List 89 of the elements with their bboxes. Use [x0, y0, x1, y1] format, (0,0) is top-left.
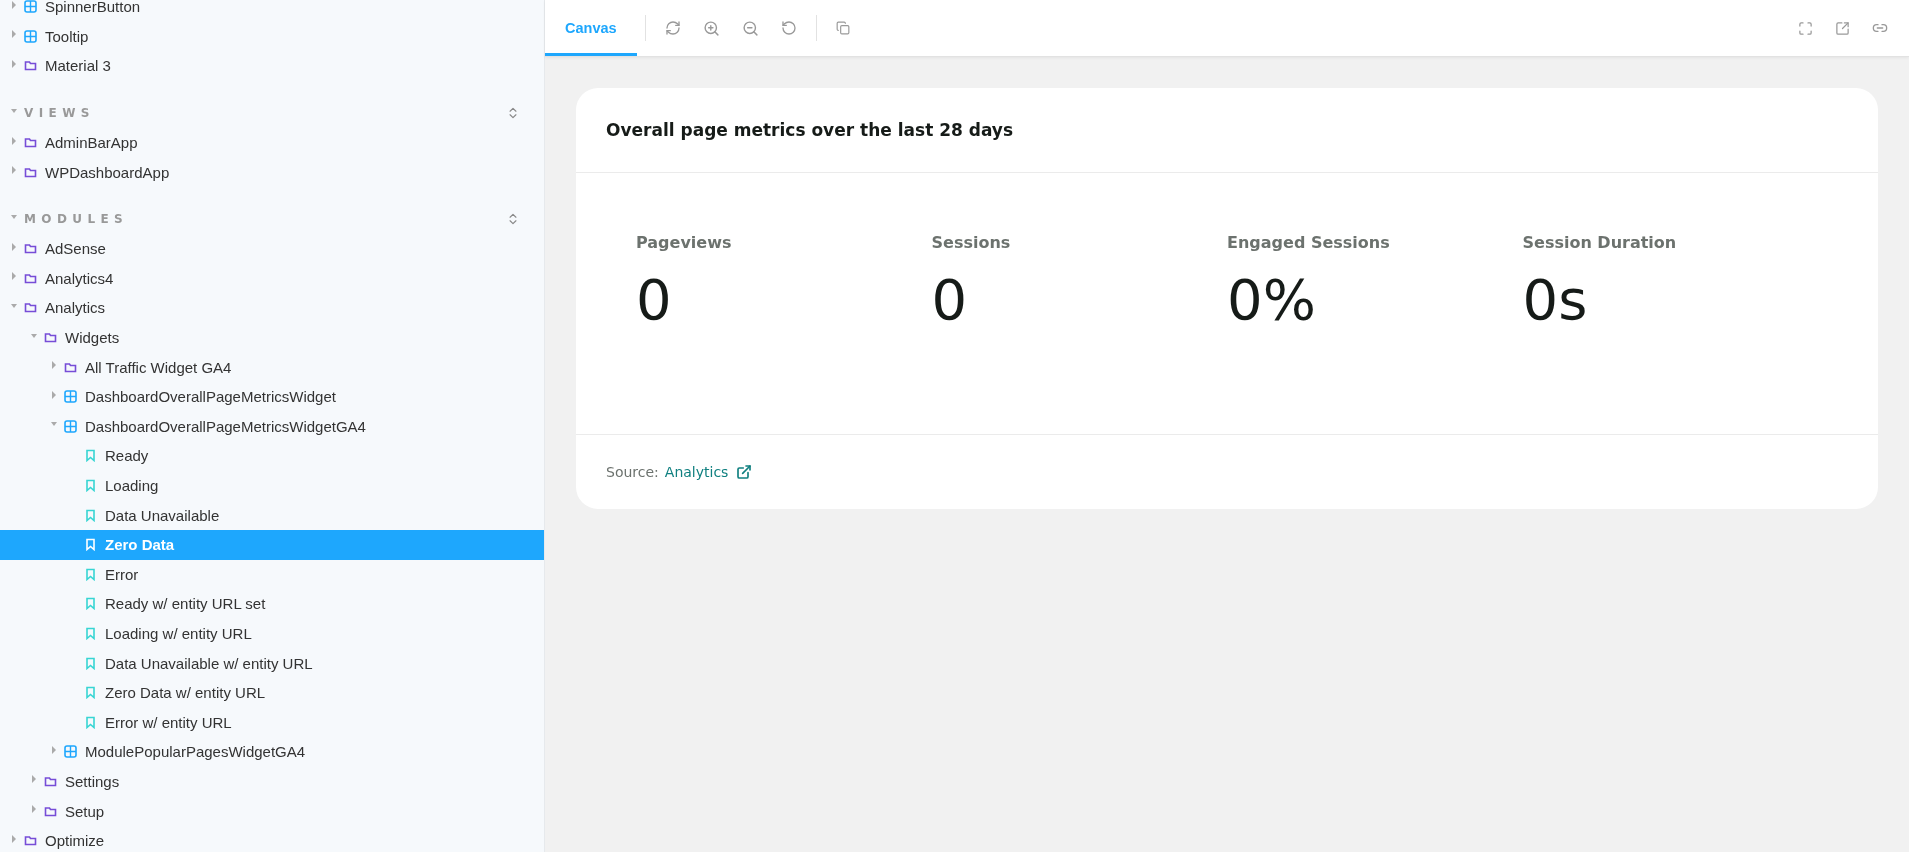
- folder-icon: [24, 136, 37, 150]
- tree-item[interactable]: Error: [0, 559, 544, 590]
- tree-item[interactable]: Optimize: [0, 825, 544, 852]
- tree-item[interactable]: Zero Data w/ entity URL: [0, 677, 544, 708]
- caret-right-icon: [31, 775, 37, 784]
- folder-icon: [44, 804, 57, 818]
- metric-label: Sessions: [931, 233, 1012, 252]
- caret-down-icon[interactable]: [11, 106, 17, 115]
- bookmark-icon: [84, 627, 97, 640]
- caret-right-icon: [11, 166, 17, 175]
- folder-icon: [24, 242, 37, 256]
- caret-down-icon: [31, 331, 37, 340]
- tree-item[interactable]: Widgets: [0, 322, 544, 353]
- zoom-out-icon: [741, 19, 759, 37]
- tree-item[interactable]: Tooltip: [0, 21, 544, 52]
- folder-icon: [64, 360, 77, 374]
- bookmark-icon: [84, 656, 97, 670]
- tree-item[interactable]: DashboardOverallPageMetricsWidgetGA4: [0, 411, 544, 442]
- reload-icon: [664, 20, 681, 36]
- tree-item[interactable]: All Traffic Widget GA4: [0, 352, 544, 382]
- copy-icon: [835, 21, 850, 35]
- metric-value: 0%: [1227, 272, 1317, 328]
- external-link-icon: [1835, 20, 1850, 36]
- tree-item[interactable]: Settings: [0, 766, 544, 797]
- component-icon: [64, 390, 77, 404]
- tree-item[interactable]: Setup: [0, 796, 544, 826]
- tree-item[interactable]: Analytics4: [0, 263, 544, 294]
- folder-icon: [24, 301, 37, 315]
- caret-right-icon: [11, 0, 17, 9]
- bookmark-icon: [84, 479, 97, 492]
- bookmark-icon: [84, 567, 97, 581]
- caret-right-icon: [51, 745, 57, 754]
- folder-icon: [24, 271, 37, 285]
- caret-right-icon: [11, 60, 17, 68]
- caret-right-icon: [11, 272, 17, 281]
- section-heading: MODULES: [24, 211, 130, 226]
- caret-down-icon: [11, 301, 17, 310]
- tree-item[interactable]: Analytics: [0, 293, 544, 323]
- tree-item[interactable]: Loading w/ entity URL: [0, 618, 544, 649]
- folder-icon: [44, 774, 57, 788]
- tree-item[interactable]: Data Unavailable w/ entity URL: [0, 648, 544, 678]
- metric-label: Engaged Sessions: [1227, 233, 1391, 252]
- tree-item[interactable]: WPDashboardApp: [0, 157, 544, 187]
- tree-item[interactable]: Ready w/ entity URL set: [0, 589, 544, 619]
- source-link[interactable]: Analytics: [664, 464, 753, 480]
- folder-icon: [24, 59, 37, 73]
- component-icon: [24, 0, 37, 14]
- caret-right-icon: [11, 834, 17, 843]
- tree-item[interactable]: Material 3: [0, 51, 544, 81]
- caret-right-icon: [11, 136, 17, 145]
- tree-item[interactable]: AdSense: [0, 233, 544, 264]
- bookmark-icon: [84, 508, 97, 522]
- tree-item[interactable]: Loading: [0, 470, 544, 501]
- bookmark-icon: [84, 686, 97, 700]
- metric-value: 0: [931, 272, 969, 328]
- tree-item[interactable]: AdminBarApp: [0, 127, 544, 158]
- caret-right-icon: [51, 390, 57, 399]
- tree-item[interactable]: ModulePopularPagesWidgetGA4: [0, 737, 544, 767]
- metric-value: 0: [636, 272, 673, 328]
- bookmark-icon: [84, 538, 97, 552]
- card-title: Overall page metrics over the last 28 days: [606, 120, 1014, 140]
- metric-label: Pageviews: [636, 233, 733, 252]
- external-link-icon: [736, 464, 753, 480]
- tree-item[interactable]: DashboardOverallPageMetricsWidget: [0, 381, 544, 412]
- bookmark-icon: [84, 715, 97, 729]
- component-icon: [64, 419, 77, 433]
- tree-item[interactable]: Ready: [0, 441, 544, 471]
- source-label: Source:: [606, 464, 659, 480]
- tree-item[interactable]: SpinnerButton: [0, 0, 544, 22]
- tree-item[interactable]: Error w/ entity URL: [0, 707, 544, 738]
- bookmark-icon: [84, 449, 97, 463]
- component-icon: [24, 29, 37, 43]
- folder-icon: [24, 834, 37, 848]
- caret-right-icon: [11, 30, 17, 39]
- caret-right-icon: [11, 242, 17, 251]
- fullscreen-icon: [1798, 20, 1813, 36]
- tree-item[interactable]: Data Unavailable: [0, 500, 544, 530]
- caret-right-icon: [51, 361, 57, 370]
- folder-icon: [44, 331, 57, 345]
- component-icon: [64, 745, 77, 759]
- reset-icon: [780, 20, 797, 36]
- metric-label: Session Duration: [1522, 233, 1678, 252]
- zoom-in-icon: [702, 19, 720, 37]
- folder-icon: [24, 165, 37, 179]
- metric-value: 0s: [1522, 272, 1589, 328]
- bookmark-icon: [84, 597, 97, 611]
- caret-right-icon: [31, 805, 37, 814]
- caret-down-icon[interactable]: [11, 212, 17, 221]
- section-heading: VIEWS: [24, 105, 96, 120]
